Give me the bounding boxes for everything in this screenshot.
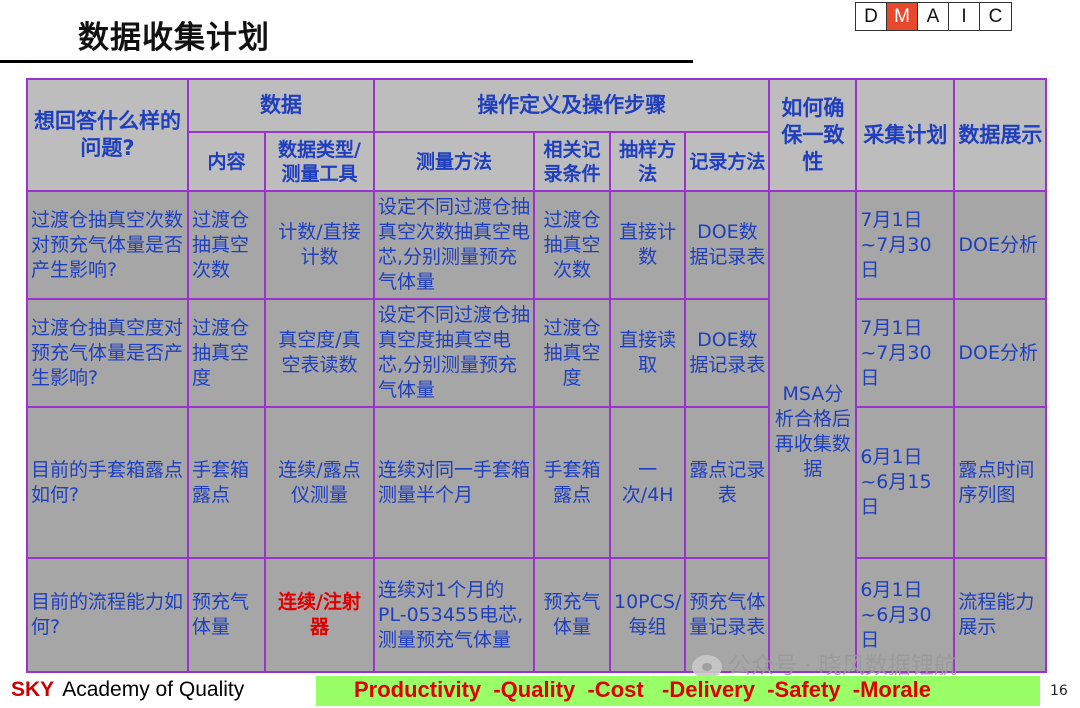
cell-display: 露点时间序列图 [953,406,1048,559]
cell-method: 设定不同过渡仓抽真空度抽真空电芯,分别测量预充气体量 [373,298,535,408]
dmaic-i: I [949,3,980,30]
cell-plan: 6月1日~6月15日 [855,406,956,559]
cell-sampling: 10PCS/每组 [608,557,687,673]
footer-slogan-bar: Productivity -Quality -Cost -Delivery -S… [316,676,1040,706]
cell-conditions: 过渡仓抽真空次数 [533,190,611,300]
header-sampling: 抽样方法 [608,131,687,192]
page-number: 16 [1050,683,1068,699]
cell-display: 流程能力展示 [953,557,1048,673]
cell-method: 设定不同过渡仓抽真空次数抽真空电芯,分别测量预充气体量 [373,190,535,300]
cell-display: DOE分析 [953,190,1048,300]
cell-record: DOE数据记录表 [684,190,771,300]
header-conditions: 相关记录条件 [533,131,611,192]
cell-sampling: 直接读取 [608,298,687,408]
dmaic-m-active: M [887,3,918,30]
cell-record: DOE数据记录表 [684,298,771,408]
header-content: 内容 [187,131,266,192]
cell-display: DOE分析 [953,298,1048,408]
footer-brand-sky: SKY [11,678,55,701]
cell-content: 预充气体量 [187,557,266,673]
footer-brand: SKY Academy of Quality [11,678,244,702]
cell-content: 过渡仓抽真空次数 [187,190,266,300]
cell-question: 过渡仓抽真空度对预充气体量是否产生影响? [26,298,189,408]
header-ops-group: 操作定义及操作步骤 [372,78,771,133]
footer-org: Academy of Quality [62,678,245,701]
cell-question: 目前的手套箱露点如何? [26,406,189,559]
cell-sampling: 直接计数 [608,190,687,300]
cell-question: 目前的流程能力如何? [26,557,189,673]
dmaic-indicator: D M A I C [855,2,1012,31]
table-row: 过渡仓抽真空次数对预充气体量是否产生影响? 过渡仓抽真空次数 计数/直接计数 设… [26,190,1048,673]
cell-method: 连续对同一手套箱测量半个月 [373,406,535,559]
data-collection-plan-table: 想回答什么样的问题? 数据 操作定义及操作步骤 如何确保一致性 采集计划 数据展… [26,78,1048,673]
dmaic-a: A [918,3,949,30]
header-question: 想回答什么样的问题? [26,78,189,192]
header-plan: 采集计划 [855,78,956,192]
header-data-type: 数据类型/测量工具 [264,131,375,192]
cell-record: 露点记录表 [684,406,771,559]
cell-sampling: 一次/4H [608,406,687,559]
header-consistency: 如何确保一致性 [768,78,858,192]
slide-title: 数据收集计划 [78,20,270,56]
cell-content: 过渡仓抽真空度 [187,298,266,408]
header-record: 记录方法 [684,131,771,192]
header-display: 数据展示 [953,78,1048,192]
cell-conditions: 过渡仓抽真空度 [533,298,611,408]
table-row: 过渡仓抽真空度对预充气体量是否产生影响? 过渡仓抽真空度 真空度/真空表读数 设… [26,298,1048,408]
dmaic-c: C [988,6,1003,27]
cell-consistency: MSA分析合格后再收集数据 [768,190,858,673]
cell-plan: 7月1日~7月30日 [855,190,956,300]
cell-data-type: 真空度/真空表读数 [264,298,375,408]
cell-content: 手套箱露点 [187,406,266,559]
header-method: 测量方法 [373,131,535,192]
wechat-icon [692,654,722,679]
cell-data-type-highlight: 连续/注射器 [264,557,375,673]
table-row: 目前的手套箱露点如何? 手套箱露点 连续/露点仪测量 连续对同一手套箱测量半个月… [26,406,1048,559]
cell-question: 过渡仓抽真空次数对预充气体量是否产生影响? [26,190,189,300]
cell-conditions: 预充气体量 [533,557,611,673]
cell-conditions: 手套箱露点 [533,406,611,559]
dmaic-d: D [856,3,887,30]
cell-data-type: 连续/露点仪测量 [264,406,375,559]
watermark: 公众号 · 晓风数据锂航 [692,646,957,680]
header-data-group: 数据 [187,78,375,133]
title-underline [0,60,693,63]
cell-data-type: 计数/直接计数 [264,190,375,300]
footer-slogan: Productivity -Quality -Cost -Delivery -S… [354,677,932,702]
cell-plan: 7月1日~7月30日 [855,298,956,408]
cell-method: 连续对1个月的PL-053455电芯,测量预充气体量 [373,557,535,673]
